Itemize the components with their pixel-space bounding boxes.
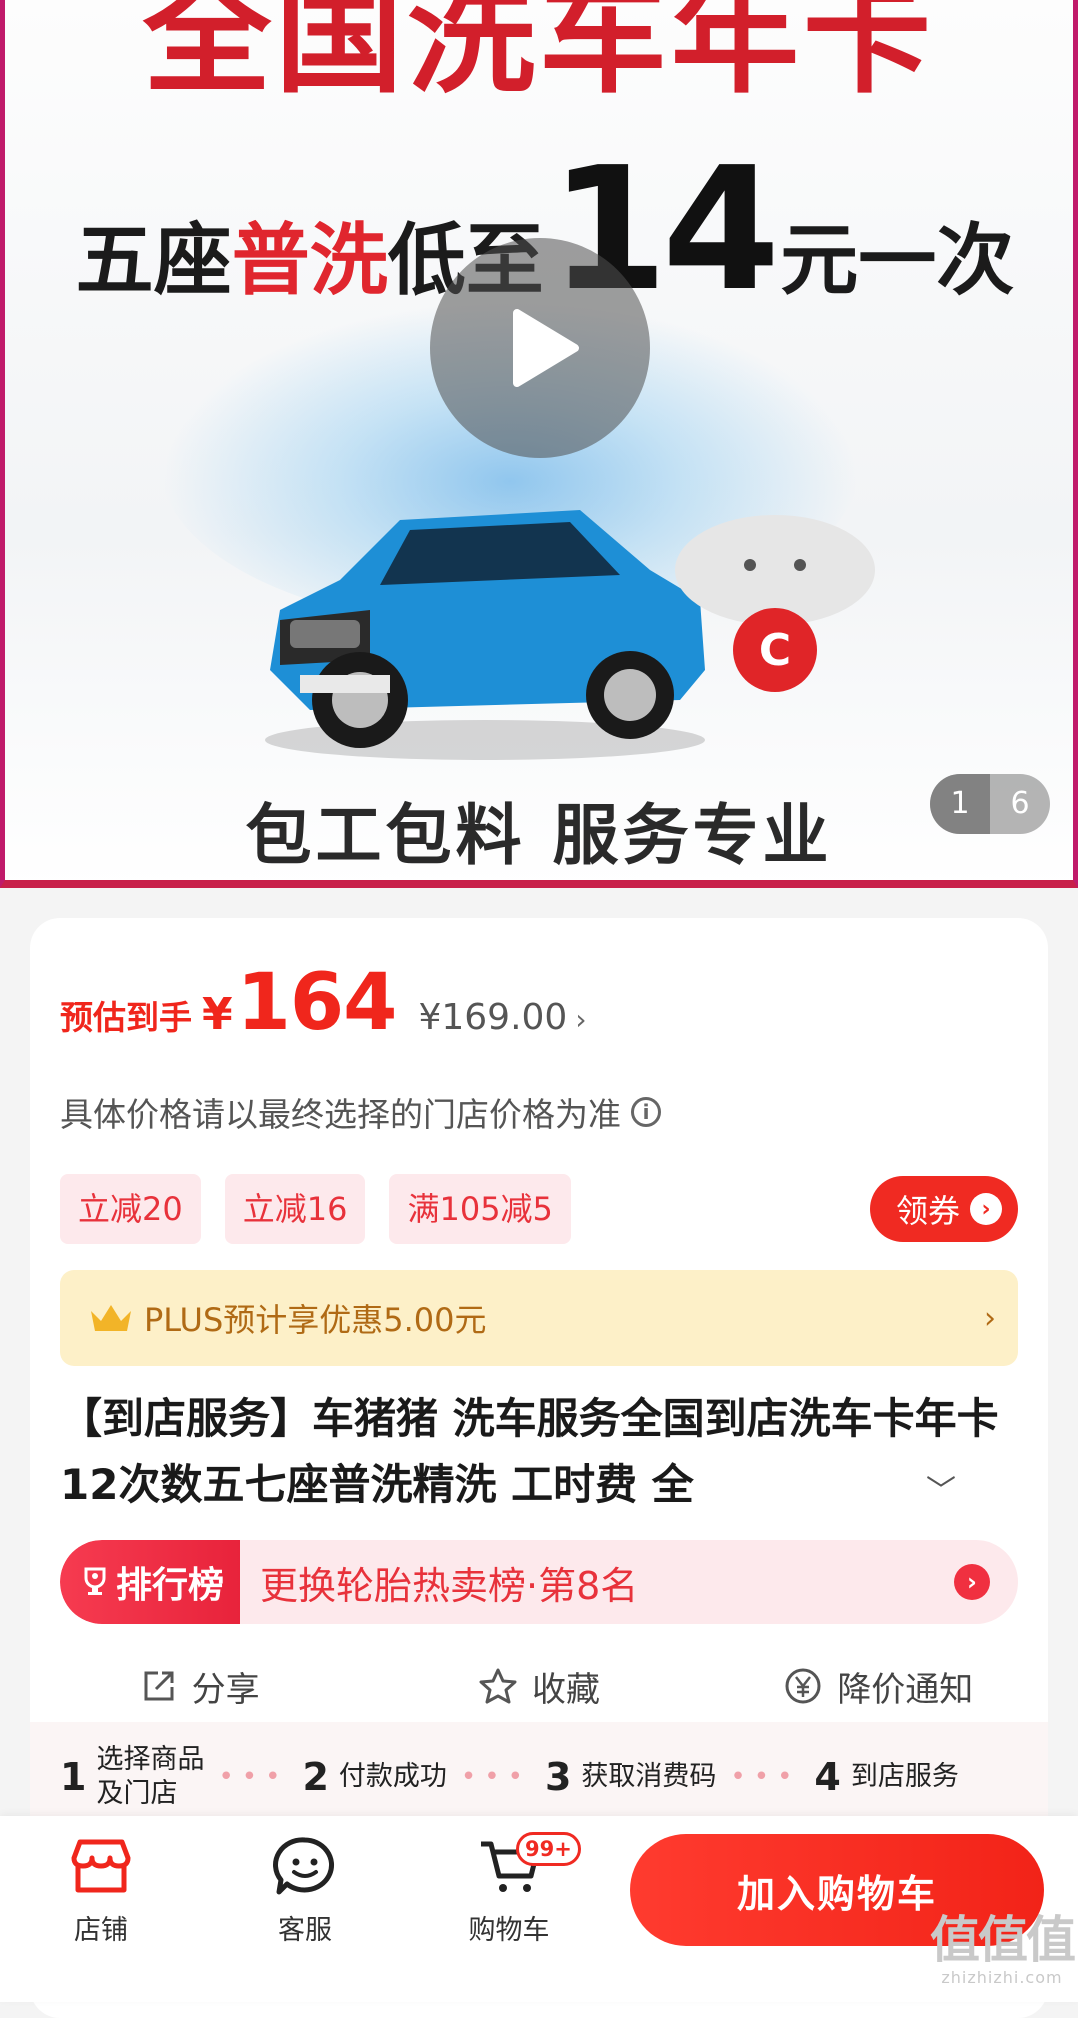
service-step: 1 选择商品 及门店 (60, 1743, 204, 1811)
coupon-list: 立减20 立减16 满105减5 (60, 1174, 571, 1244)
original-price: ¥169.00 (418, 997, 568, 1038)
step-connector: ••• (460, 1762, 531, 1792)
plus-discount-bar[interactable]: PLUS预计享优惠5.00元 › (60, 1270, 1018, 1366)
get-coupon-button[interactable]: 领券 › (869, 1176, 1018, 1242)
customer-service-label: 客服 (278, 1915, 332, 1946)
banner-sub-part1: 五座 (75, 216, 232, 306)
site-watermark: 值值值 zhizhizhi.com (930, 1911, 1076, 1987)
price-note: 具体价格请以最终选择的门店价格为准 i (60, 1088, 661, 1136)
service-step: 3 获取消费码 (545, 1755, 716, 1799)
plus-discount-text: PLUS预计享优惠5.00元 (144, 1301, 487, 1339)
step-label-line: 选择商品 (96, 1744, 205, 1775)
banner-tagline: 包工包料 服务专业 (245, 797, 833, 874)
bottom-action-bar: 店铺 客服 99+ 购物车 加入购物车 (0, 1816, 1078, 2002)
chevron-right-icon: › (954, 1564, 990, 1600)
ranking-tag: 排行榜 (60, 1540, 241, 1624)
step-number: 1 (60, 1755, 87, 1799)
product-image-carousel[interactable]: 全国洗车年卡 五座 普洗 低至 14 元一次 C 包工包料 服务专业 1 6 (0, 0, 1078, 888)
trophy-icon (84, 1567, 106, 1595)
chevron-right-icon: › (970, 1193, 1002, 1225)
chevron-right-icon: › (575, 1003, 587, 1036)
share-label: 分享 (191, 1669, 260, 1710)
store-tab[interactable]: 店铺 (36, 1836, 166, 1947)
coupon-tag[interactable]: 满105减5 (389, 1174, 571, 1244)
step-number: 4 (814, 1755, 841, 1799)
car-illustration (265, 510, 705, 760)
share-button[interactable]: 分享 (30, 1646, 369, 1726)
estimated-price: 164 (236, 958, 398, 1048)
chevron-down-icon[interactable]: ﹀ (926, 1466, 956, 1510)
store-label: 店铺 (74, 1915, 128, 1946)
banner-headline: 全国洗车年卡 (142, 0, 935, 111)
cart-tab[interactable]: 99+ 购物车 (444, 1832, 581, 1947)
play-icon (513, 309, 579, 387)
cart-count-badge: 99+ (516, 1832, 581, 1866)
video-play-button[interactable] (430, 238, 650, 458)
step-number: 2 (302, 1755, 329, 1799)
cart-label: 购物车 (468, 1915, 550, 1946)
action-row: 分享 收藏 降价通知 (30, 1646, 1048, 1726)
watermark-logo-text: 值值值 (930, 1911, 1076, 1969)
star-icon (479, 1668, 517, 1704)
watermark-url: zhizhizhi.com (941, 1968, 1063, 1987)
chevron-right-icon: › (984, 1300, 996, 1336)
price-currency: ¥ (202, 989, 233, 1040)
price-alert-button[interactable]: 降价通知 (709, 1646, 1048, 1726)
pager-current: 1 (930, 774, 990, 834)
info-icon[interactable]: i (631, 1097, 661, 1127)
estimated-price-label: 预估到手 (60, 998, 192, 1037)
get-coupon-label: 领券 (895, 1192, 960, 1230)
chat-face-icon (273, 1837, 335, 1895)
banner-sub-part2: 普洗 (231, 216, 388, 306)
store-icon (71, 1839, 131, 1893)
crown-icon (91, 1305, 131, 1331)
image-pager: 1 6 (930, 774, 1050, 834)
step-number: 3 (544, 1755, 572, 1799)
step-label-line: 及门店 (96, 1778, 178, 1809)
price-alert-label: 降价通知 (837, 1669, 974, 1710)
step-label: 选择商品 及门店 (96, 1743, 204, 1811)
ranking-text: 更换轮胎热卖榜·第8名 (260, 1563, 639, 1608)
banner-sub-part4: 元一次 (780, 216, 1015, 306)
mascot-letter: C (759, 625, 791, 676)
mascot-illustration: C (675, 515, 875, 692)
step-label: 付款成功 (338, 1761, 447, 1792)
customer-service-tab[interactable]: 客服 (240, 1836, 370, 1947)
service-step: 2 付款成功 (302, 1755, 446, 1799)
ranking-tag-label: 排行榜 (116, 1565, 225, 1606)
share-icon (144, 1671, 174, 1701)
ranking-bar[interactable]: 排行榜 更换轮胎热卖榜·第8名 › (60, 1540, 1018, 1624)
pager-total: 6 (1010, 786, 1030, 821)
coupon-tag[interactable]: 立减16 (224, 1174, 366, 1244)
price-row[interactable]: 预估到手 ¥ 164 ¥169.00 › (60, 958, 587, 1058)
favorite-button[interactable]: 收藏 (369, 1646, 708, 1726)
coupon-tag[interactable]: 立减20 (60, 1174, 201, 1244)
service-step: 4 到店服务 (814, 1755, 958, 1799)
price-note-text: 具体价格请以最终选择的门店价格为准 (60, 1095, 621, 1134)
yen-bell-icon (785, 1668, 821, 1704)
step-label: 获取消费码 (581, 1761, 717, 1792)
favorite-label: 收藏 (531, 1669, 600, 1710)
step-connector: ••• (730, 1762, 801, 1792)
product-title: 【到店服务】车猪猪 洗车服务全国到店洗车卡年卡12次数五七座普洗精洗 工时费 全 (60, 1394, 999, 1509)
step-connector: ••• (218, 1762, 289, 1792)
step-label: 到店服务 (850, 1761, 959, 1792)
